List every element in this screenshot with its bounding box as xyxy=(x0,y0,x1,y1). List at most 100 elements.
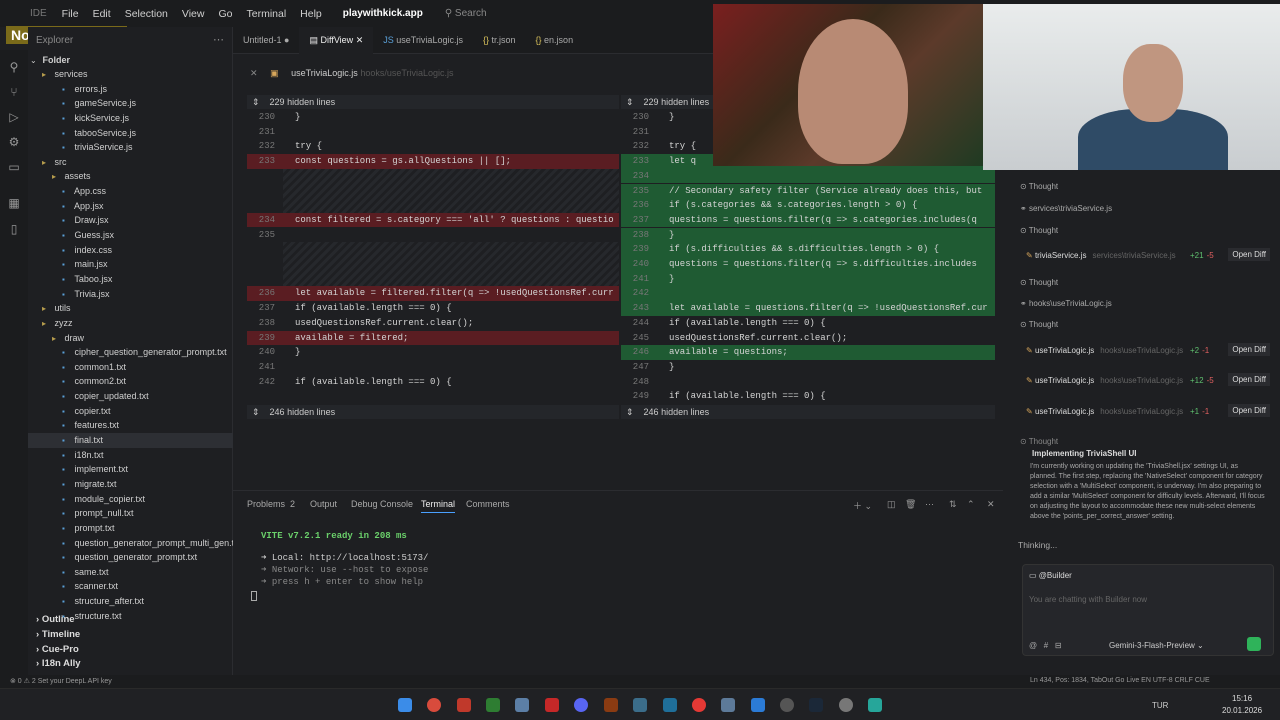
folder-item[interactable]: ▸ utils xyxy=(28,301,233,316)
app-icon[interactable] xyxy=(839,698,853,712)
status-left[interactable]: ⊗ 0 ⚠ 2 Set your DeepL API key xyxy=(10,677,112,685)
folder-item[interactable]: ▸ assets xyxy=(28,169,233,184)
open-diff-button[interactable]: Open Diff xyxy=(1228,404,1270,417)
menu-help[interactable]: Help xyxy=(293,8,329,20)
command-search[interactable]: ⚲ Search xyxy=(445,8,487,19)
tab-tr-json[interactable]: {} tr.json xyxy=(473,27,526,54)
clock-date[interactable]: 20.01.2026 xyxy=(1222,706,1262,715)
file-item[interactable]: ▪ question_generator_prompt.txt xyxy=(28,550,233,565)
section-i18n-ally[interactable]: › I18n Ally xyxy=(36,658,241,669)
file-item[interactable]: ▪ kickService.js xyxy=(28,111,233,126)
vscode-icon[interactable] xyxy=(751,698,765,712)
tab-diffview[interactable]: ▤ DiffView ✕ xyxy=(299,26,374,54)
code-line[interactable]: let available = questions.filter(q => !u… xyxy=(669,303,988,313)
settings-gear-icon[interactable]: ⚙ xyxy=(7,135,21,149)
file-item[interactable]: ▪ gameService.js xyxy=(28,96,233,111)
close-icon[interactable]: ✕ xyxy=(356,35,364,45)
panel-tab-comments[interactable]: Comments xyxy=(466,499,510,509)
code-line[interactable]: if (available.length === 0) { xyxy=(669,391,826,401)
file-item[interactable]: ▪ index.css xyxy=(28,243,233,258)
terminal-cursor[interactable] xyxy=(251,591,257,601)
code-line[interactable]: const filtered = s.category === 'all' ? … xyxy=(295,215,614,225)
menu-terminal[interactable]: Terminal xyxy=(239,8,293,20)
tab-usetrivialogic[interactable]: JS useTriviaLogic.js xyxy=(373,27,473,54)
discord-icon[interactable] xyxy=(574,698,588,712)
breadcrumb-file[interactable]: useTriviaLogic.js xyxy=(291,68,358,78)
file-item[interactable]: ▪ prompt.txt xyxy=(28,521,233,536)
code-line[interactable]: if (s.difficulties && s.difficulties.len… xyxy=(669,244,939,254)
send-button[interactable] xyxy=(1247,637,1261,651)
code-line[interactable]: } xyxy=(669,112,674,122)
code-line[interactable]: if (available.length === 0) { xyxy=(669,318,826,328)
collapse-icon[interactable]: ✕ xyxy=(250,68,258,78)
folder-item[interactable]: ▸ services xyxy=(28,67,233,82)
file-item[interactable]: ▪ scanner.txt xyxy=(28,579,233,594)
code-line[interactable]: if (s.categories && s.categories.length … xyxy=(669,200,917,210)
menu-go[interactable]: Go xyxy=(211,8,239,20)
vivaldi-icon[interactable] xyxy=(457,698,471,712)
folder-item[interactable]: ▸ draw xyxy=(28,331,233,346)
file-item[interactable]: ▪ triviaService.js xyxy=(28,140,233,155)
chrome-icon[interactable] xyxy=(427,698,441,712)
app-icon[interactable] xyxy=(868,698,882,712)
code-line[interactable]: let q xyxy=(669,156,696,166)
code-line[interactable]: available = filtered; xyxy=(295,333,408,343)
status-right[interactable]: Ln 434, Pos: 1834, TabOut Go Live EN UTF… xyxy=(1030,677,1210,684)
terminal-app-icon[interactable] xyxy=(486,698,500,712)
code-line[interactable]: available = questions; xyxy=(669,347,788,357)
search-icon[interactable]: ⚲ xyxy=(7,60,21,74)
more-icon[interactable]: ⋯ xyxy=(925,499,934,510)
code-line[interactable]: } xyxy=(295,347,300,357)
file-item[interactable]: ▪ structure_after.txt xyxy=(28,594,233,609)
model-selector[interactable]: Gemini-3-Flash-Preview ⌄ xyxy=(1109,641,1204,650)
open-diff-button[interactable]: Open Diff xyxy=(1228,343,1270,356)
file-item[interactable]: ▪ App.jsx xyxy=(28,199,233,214)
workspace-name[interactable]: playwithkick.app xyxy=(343,8,423,19)
illustrator-icon[interactable] xyxy=(604,698,618,712)
file-reference[interactable]: ⚭ services\triviaService.js xyxy=(1020,204,1112,213)
run-debug-icon[interactable]: ▷ xyxy=(7,110,21,124)
section-outline[interactable]: › Outline xyxy=(36,614,241,625)
app-icon[interactable] xyxy=(780,698,794,712)
mention-icon[interactable]: @ # ⊟ xyxy=(1029,641,1062,650)
thought-label[interactable]: ⊙ Thought xyxy=(1020,437,1058,446)
file-item[interactable]: ▪ prompt_null.txt xyxy=(28,506,233,521)
code-line[interactable]: } xyxy=(669,362,674,372)
open-diff-button[interactable]: Open Diff xyxy=(1228,248,1270,261)
code-line[interactable]: // Secondary safety filter (Service alre… xyxy=(669,186,982,196)
explorer-icon[interactable] xyxy=(721,698,735,712)
file-item[interactable]: ▪ same.txt xyxy=(28,565,233,580)
file-item[interactable]: ▪ i18n.txt xyxy=(28,448,233,463)
app-icon[interactable] xyxy=(663,698,677,712)
panel-tab-problems[interactable]: Problems 2 xyxy=(247,499,295,509)
file-item[interactable]: ▪ copier.txt xyxy=(28,404,233,419)
file-change-row[interactable]: ✎ useTriviaLogic.js hooks\useTriviaLogic.… xyxy=(1026,346,1183,355)
file-change-row[interactable]: ✎ useTriviaLogic.js hooks\useTriviaLogic.… xyxy=(1026,407,1183,416)
file-item[interactable]: ▪ Trivia.jsx xyxy=(28,287,233,302)
code-line[interactable]: try { xyxy=(295,141,322,151)
code-line[interactable]: if (available.length === 0) { xyxy=(295,303,452,313)
start-icon[interactable] xyxy=(398,698,412,712)
app-icon[interactable] xyxy=(633,698,647,712)
section-timeline[interactable]: › Timeline xyxy=(36,629,241,640)
file-item[interactable]: ▪ tabooService.js xyxy=(28,126,233,141)
more-actions-icon[interactable]: ⋯ xyxy=(213,33,224,46)
open-diff-button[interactable]: Open Diff xyxy=(1228,373,1270,386)
code-line[interactable]: questions = questions.filter(q => s.cate… xyxy=(669,215,977,225)
tab-untitled-1[interactable]: Untitled-1 ● xyxy=(233,27,299,54)
source-control-icon[interactable]: ⑂ xyxy=(7,85,21,99)
file-item[interactable]: ▪ question_generator_prompt_multi_gen.tx… xyxy=(28,536,233,551)
remote-icon[interactable]: ▭ xyxy=(7,160,21,174)
file-item[interactable]: ▪ implement.txt xyxy=(28,462,233,477)
hidden-lines-bottom-left[interactable]: ⇕ 246 hidden lines xyxy=(247,405,619,419)
steam-icon[interactable] xyxy=(809,698,823,712)
menu-view[interactable]: View xyxy=(175,8,212,20)
thought-label[interactable]: ⊙ Thought xyxy=(1020,320,1058,329)
recorder-icon[interactable] xyxy=(692,698,706,712)
extensions-icon[interactable]: ▦ xyxy=(7,196,21,210)
file-item[interactable]: ▪ Guess.jsx xyxy=(28,228,233,243)
file-item[interactable]: ▪ features.txt xyxy=(28,418,233,433)
file-item[interactable]: ▪ Draw.jsx xyxy=(28,213,233,228)
code-line[interactable]: questions = questions.filter(q => s.diff… xyxy=(669,259,977,269)
trash-icon[interactable]: 🗑 xyxy=(905,499,916,510)
